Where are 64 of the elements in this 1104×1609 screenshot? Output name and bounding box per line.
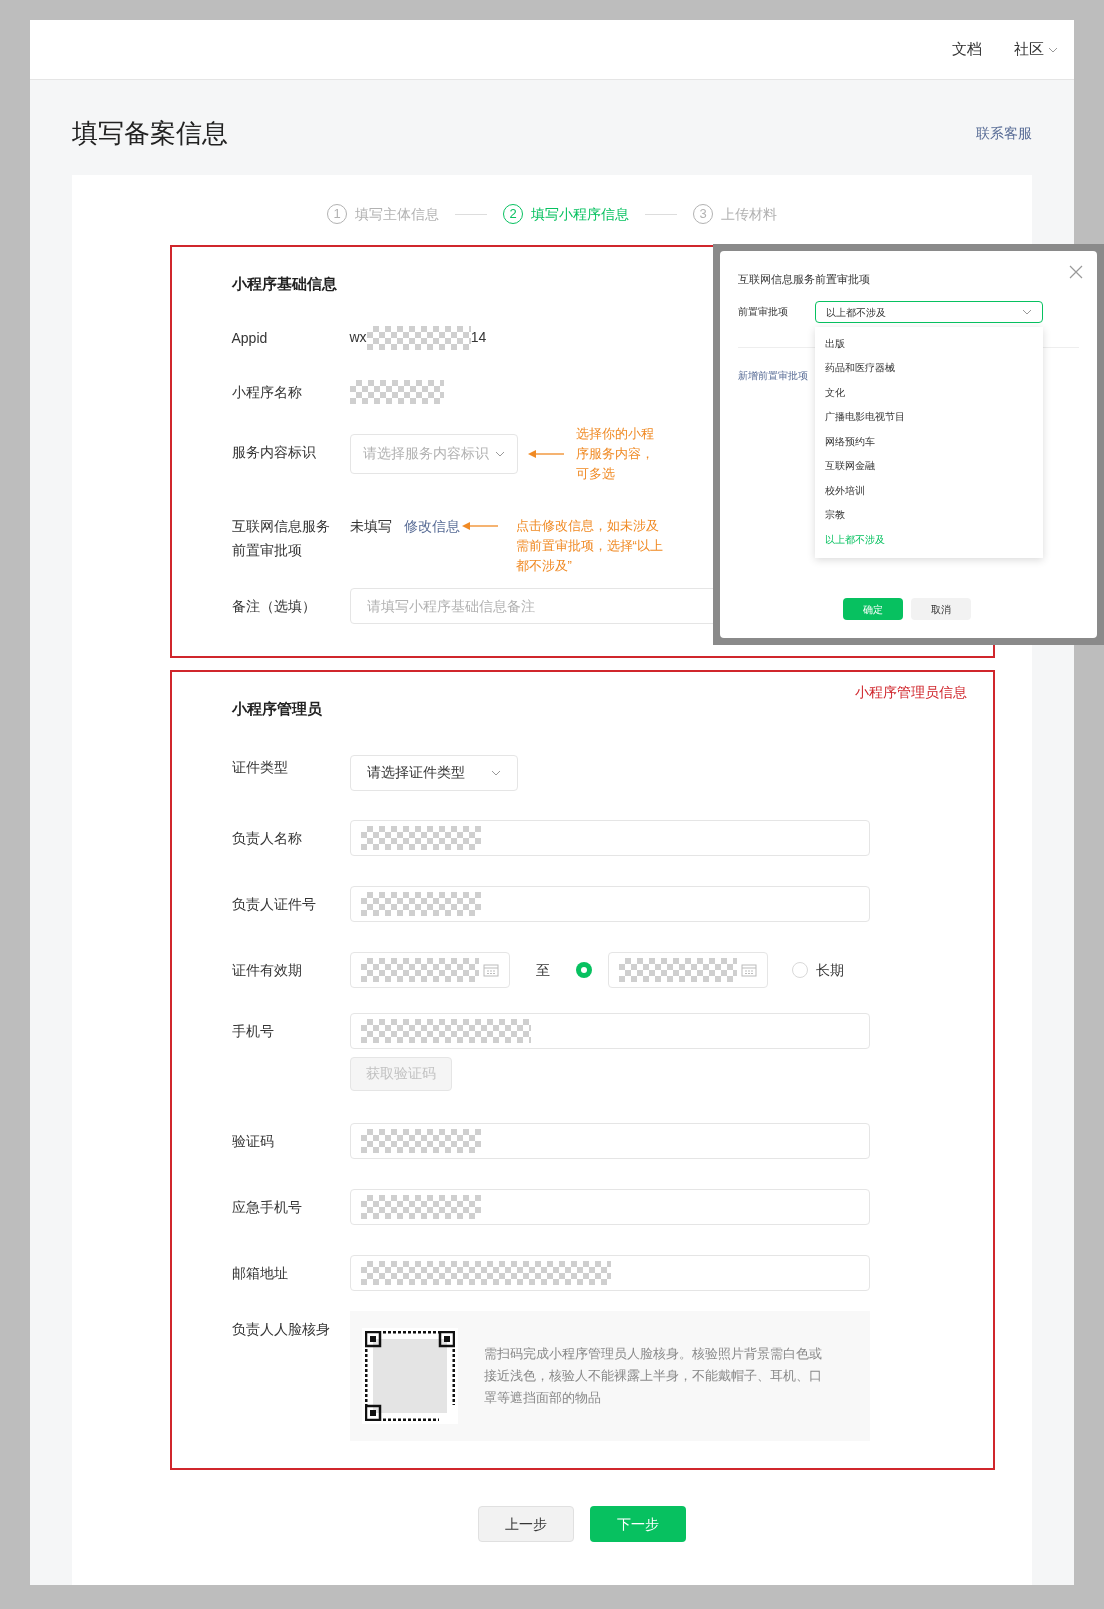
dialog-title: 互联网信息服务前置审批项	[738, 272, 870, 287]
calendar-icon	[740, 963, 757, 978]
text-field[interactable]	[349, 886, 870, 923]
dropdown-option[interactable]: 宗教	[815, 502, 1043, 527]
text-field[interactable]	[349, 1012, 870, 1049]
add-approval-link[interactable]: 新增前置审批项	[738, 368, 808, 383]
dropdown-option[interactable]: 出版	[815, 331, 1043, 356]
back-button[interactable]: 上一步	[478, 1506, 574, 1542]
dropdown-option[interactable]: 药品和医疗器械	[815, 355, 1043, 380]
nav-link[interactable]: 社区	[1014, 38, 1058, 61]
cancel-button[interactable]: 取消	[911, 598, 971, 620]
chevron-down-icon	[1048, 46, 1058, 53]
section-tag: 小程序管理员信息	[854, 682, 967, 703]
date-field[interactable]	[349, 952, 510, 989]
arrow-icon	[461, 520, 498, 531]
annotation-text: 选择你的小程序服务内容，可多选	[575, 424, 655, 483]
dropdown-option[interactable]: 文化	[815, 380, 1043, 405]
field-label: Appid	[231, 328, 269, 348]
field-label: 验证码	[231, 1132, 275, 1152]
separator-text: 至	[535, 960, 550, 980]
dropdown-option[interactable]: 校外培训	[815, 478, 1043, 503]
close-button[interactable]	[1069, 265, 1083, 279]
field-label: 应急手机号	[231, 1197, 303, 1217]
chevron-down-icon	[1022, 309, 1032, 315]
field-label: 小程序名称	[231, 382, 303, 402]
field-label: 负责人人脸核身	[231, 1319, 331, 1339]
appid-suffix: 14	[470, 328, 487, 347]
field-label: 手机号	[231, 1021, 275, 1041]
chevron-down-icon	[494, 450, 505, 457]
edit-info-link[interactable]: 修改信息	[403, 515, 460, 536]
field-label: 邮箱地址	[231, 1263, 289, 1283]
page-title: 填写备案信息	[72, 117, 228, 150]
arrow-icon	[527, 448, 564, 459]
date-field[interactable]	[607, 952, 768, 989]
nav-link[interactable]: 文档	[952, 38, 982, 61]
field-label: 备注（选填）	[231, 596, 317, 616]
text-field[interactable]	[349, 1254, 870, 1291]
field-label: 证件有效期	[231, 961, 303, 981]
radio-button[interactable]	[575, 962, 592, 979]
text-field[interactable]	[349, 820, 870, 857]
select-field[interactable]: 请选择证件类型	[349, 754, 518, 791]
text-field[interactable]	[349, 1188, 870, 1225]
section-title: 小程序管理员	[231, 699, 322, 719]
field-label: 服务内容标识	[231, 442, 317, 462]
field-label: 证件类型	[231, 757, 289, 777]
field-label: 前置审批项	[738, 305, 788, 319]
field-label: 互联网信息服务前置审批项	[231, 516, 331, 560]
instruction-text: 需扫码完成小程序管理员人脸核身。核验照片背景需白色或接近浅色，核验人不能裸露上半身，不能戴帽子、耳机、口罩等遮挡面部的物品	[483, 1344, 823, 1407]
status-text: 未填写	[349, 516, 392, 536]
dropdown-option[interactable]: 广播电影电视节目	[815, 404, 1043, 429]
chevron-down-icon	[490, 769, 501, 776]
dropdown-option[interactable]: 网络预约车	[815, 429, 1043, 454]
field-label: 负责人证件号	[231, 895, 317, 915]
dropdown-option[interactable]: 互联网金融	[815, 453, 1043, 478]
annotation-text: 点击修改信息，如未涉及需前置审批项，选择“以上都不涉及”	[515, 516, 664, 575]
contact-support-link[interactable]: 联系客服	[976, 123, 1032, 144]
radio-button[interactable]	[791, 962, 808, 979]
text-field[interactable]	[349, 1123, 870, 1160]
calendar-icon	[482, 963, 499, 978]
select-field[interactable]: 以上都不涉及	[815, 301, 1043, 323]
radio-label: 长期	[815, 960, 844, 980]
field-label: 负责人名称	[231, 829, 303, 849]
appid-prefix: wx	[349, 328, 367, 347]
section-title: 小程序基础信息	[231, 274, 337, 294]
